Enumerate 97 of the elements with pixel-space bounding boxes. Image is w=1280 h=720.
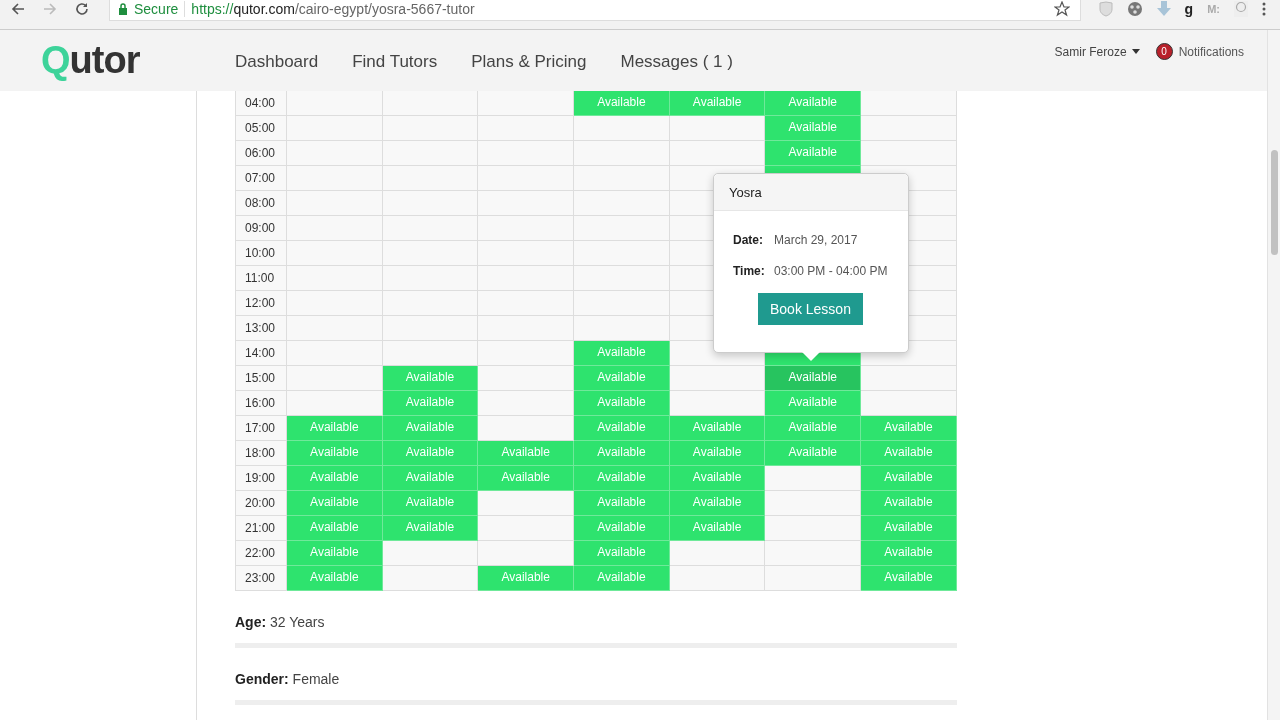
available-slot[interactable]: Available [669, 441, 766, 466]
time-cell: 17:00 [236, 416, 287, 441]
available-slot[interactable]: Available [287, 466, 383, 491]
available-slot[interactable]: Available [478, 566, 575, 591]
time-cell: 11:00 [236, 266, 287, 291]
time-cell: 21:00 [236, 516, 287, 541]
reload-icon[interactable] [75, 2, 89, 16]
time-cell: 04:00 [236, 91, 287, 116]
field-value: 03:00 PM - 04:00 PM [774, 264, 888, 278]
available-slot[interactable]: Available [669, 416, 766, 441]
available-slot[interactable]: Available [574, 566, 670, 591]
available-slot[interactable]: Available [574, 341, 670, 366]
time-cell: 05:00 [236, 116, 287, 141]
available-slot[interactable]: Available [669, 491, 766, 516]
available-slot[interactable]: Available [574, 416, 670, 441]
available-slot[interactable]: Available [574, 466, 670, 491]
menu-icon[interactable] [1262, 2, 1266, 16]
available-slot[interactable]: Available [287, 491, 383, 516]
available-slot[interactable]: Available [861, 416, 957, 441]
nav-link[interactable]: Messages ( 1 ) [620, 51, 733, 72]
available-slot[interactable]: Available [382, 466, 479, 491]
available-slot[interactable]: Available [574, 366, 670, 391]
time-cell: 19:00 [236, 466, 287, 491]
time-cell: 18:00 [236, 441, 287, 466]
back-icon[interactable] [11, 2, 25, 16]
available-slot[interactable]: Available [382, 416, 479, 441]
available-slot[interactable]: Available [382, 491, 479, 516]
nav-link[interactable]: Plans & Pricing [471, 51, 587, 72]
available-slot[interactable]: Available [861, 566, 957, 591]
available-slot[interactable]: Available [287, 541, 383, 566]
available-slot[interactable]: Available [574, 441, 670, 466]
available-slot[interactable]: Available [765, 416, 862, 441]
time-cell: 07:00 [236, 166, 287, 191]
available-slot[interactable]: Available [574, 541, 670, 566]
caret-icon [1131, 49, 1140, 54]
available-slot[interactable]: Available [861, 516, 957, 541]
available-slot[interactable]: Available [765, 391, 862, 416]
notifications-link[interactable]: Notifications [1178, 44, 1244, 59]
available-slot[interactable]: Available [574, 391, 670, 416]
available-slot[interactable]: Available [574, 91, 670, 116]
field-value: March 29, 2017 [774, 233, 858, 247]
nav-link[interactable]: Dashboard [235, 51, 319, 72]
time-cell: 10:00 [236, 241, 287, 266]
time-cell: 15:00 [236, 366, 287, 391]
available-slot[interactable]: Available [765, 441, 862, 466]
available-slot[interactable]: Available [478, 441, 575, 466]
time-cell: 13:00 [236, 316, 287, 341]
time-cell: 12:00 [236, 291, 287, 316]
lock-icon [118, 3, 128, 15]
available-slot[interactable]: Available [669, 466, 766, 491]
bookmark-star-icon[interactable] [1053, 1, 1070, 17]
extension-icon[interactable]: M: [1207, 3, 1220, 15]
available-slot[interactable]: Available [382, 366, 479, 391]
available-slot[interactable]: Available [765, 366, 862, 391]
available-slot[interactable]: Available [669, 91, 766, 116]
available-slot[interactable]: Available [382, 516, 479, 541]
secure-label: Secure [134, 1, 186, 17]
scrollbar-thumb[interactable] [1271, 150, 1278, 255]
book-lesson-button[interactable]: Book Lesson [758, 293, 863, 325]
available-slot[interactable]: Available [765, 116, 862, 141]
address-bar[interactable]: Secure https://qutor.com/cairo-egypt/yosra-5667-tutor [109, 0, 1081, 21]
notification-count: 0 [1155, 43, 1173, 60]
available-slot[interactable]: Available [478, 466, 575, 491]
popover-title: Yosra [714, 174, 908, 211]
available-slot[interactable]: Available [861, 466, 957, 491]
time-cell: 08:00 [236, 191, 287, 216]
available-slot[interactable]: Available [574, 516, 670, 541]
time-cell: 23:00 [236, 566, 287, 591]
extension-icon[interactable]: g [1184, 1, 1194, 17]
available-slot[interactable]: Available [287, 416, 383, 441]
available-slot[interactable]: Available [574, 491, 670, 516]
available-slot[interactable]: Available [861, 491, 957, 516]
available-slot[interactable]: Available [382, 441, 479, 466]
available-slot[interactable]: Available [382, 391, 479, 416]
available-slot[interactable]: Available [669, 516, 766, 541]
profile-detail: Age: 32 Years [235, 614, 326, 630]
site-logo[interactable]: Qutor [41, 39, 191, 82]
available-slot[interactable]: Available [287, 516, 383, 541]
nav-link[interactable]: Find Tutors [352, 51, 438, 72]
time-cell: 06:00 [236, 141, 287, 166]
available-slot[interactable]: Available [765, 91, 862, 116]
available-slot[interactable]: Available [861, 441, 957, 466]
available-slot[interactable]: Available [287, 441, 383, 466]
available-slot[interactable]: Available [861, 541, 957, 566]
available-slot[interactable]: Available [765, 141, 862, 166]
field-label: Time: [733, 264, 766, 278]
film-reel-icon[interactable] [1126, 1, 1143, 17]
available-slot[interactable]: Available [287, 566, 383, 591]
time-cell: 14:00 [236, 341, 287, 366]
profile-detail: Gender: Female [235, 671, 341, 687]
time-cell: 16:00 [236, 391, 287, 416]
field-label: Date: [733, 233, 764, 247]
url-text: https://qutor.com/cairo-egypt/yosra-5667-tutor [191, 1, 475, 17]
user-menu[interactable]: Samir Feroze [1054, 44, 1140, 59]
time-cell: 20:00 [236, 491, 287, 516]
time-cell: 22:00 [236, 541, 287, 566]
time-cell: 09:00 [236, 216, 287, 241]
